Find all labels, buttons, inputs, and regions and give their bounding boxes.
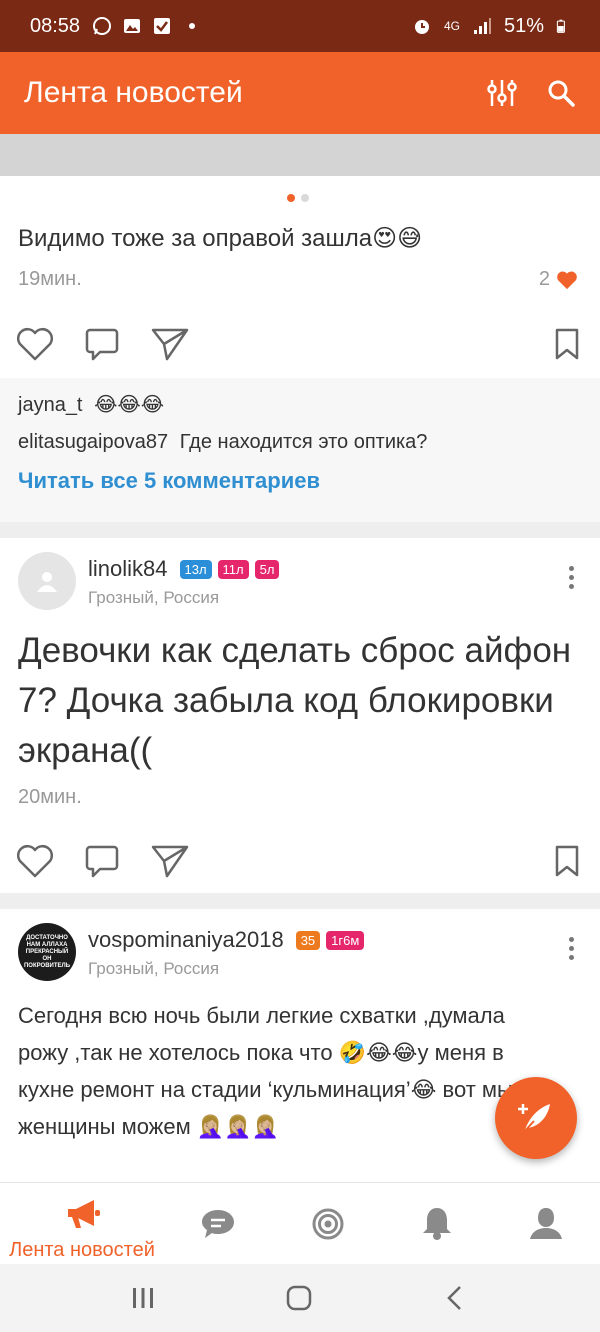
carousel-dot-active: [287, 194, 295, 202]
chat-bubble-icon: [202, 1210, 234, 1238]
post-card: Видимо тоже за оправой зашла😍😅 19мин. 2 …: [0, 176, 600, 522]
default-avatar-icon: [37, 572, 57, 592]
post-actions: [16, 843, 580, 879]
home-icon[interactable]: [285, 1284, 313, 1312]
post-time: 20мин.: [18, 786, 82, 808]
dot-icon: [189, 23, 196, 29]
comment-text: 😂😂😂: [94, 394, 165, 416]
megaphone-icon: [68, 1200, 100, 1228]
post-time: 19мин.: [18, 268, 82, 290]
like-heart-icon[interactable]: [16, 326, 54, 362]
whatsapp-icon: [93, 17, 112, 35]
profile-icon: [530, 1208, 562, 1239]
child-age-badge: 11л: [217, 559, 249, 579]
status-time: 08:58: [30, 14, 81, 37]
child-age-badge: 5л: [254, 559, 280, 579]
nav-item-feed[interactable]: Лента новостей: [0, 1197, 164, 1262]
comment-author[interactable]: elitasugaipova87: [18, 431, 168, 453]
post-author[interactable]: vospominaniya2018 35 1г6м: [88, 927, 365, 953]
app-bar: Лента новостей: [0, 52, 600, 134]
network-label: 4G: [443, 19, 460, 33]
recent-apps-icon[interactable]: [130, 1284, 156, 1312]
battery-icon: [556, 19, 565, 33]
comment-bubble-icon[interactable]: [84, 843, 120, 879]
carousel-dot: [301, 194, 309, 202]
nav-item-profile[interactable]: [528, 1205, 564, 1241]
post-actions: [16, 326, 580, 362]
post-text: Девочки как сделать сброс айфон 7? Дочка…: [18, 631, 572, 770]
carousel-indicator: [287, 194, 309, 202]
system-navigation-bar: [0, 1264, 600, 1332]
page-title: Лента новостей: [24, 76, 243, 109]
search-icon[interactable]: [546, 78, 576, 108]
comment-item: elitasugaipova87 Где находится это оптик…: [18, 431, 582, 454]
likes-count: 2: [538, 268, 550, 290]
avatar[interactable]: ДОСТАТОЧНО НАМ АЛЛАХА ПРЕКРАСНЫЙ ОН ПОКР…: [18, 923, 76, 981]
child-age-badge: 35: [295, 930, 321, 950]
read-all-comments-link[interactable]: Читать все 5 комментариев: [18, 468, 582, 494]
image-placeholder: [0, 134, 600, 176]
nav-item-chats[interactable]: [200, 1207, 236, 1241]
child-age-badge: 1г6м: [326, 930, 365, 950]
bookmark-icon[interactable]: [554, 327, 580, 361]
more-options-icon[interactable]: [569, 566, 574, 589]
checkbox-icon: [154, 18, 171, 34]
nav-label-feed: Лента новостей: [9, 1239, 155, 1261]
post-text: Сегодня всю ночь были легкие схватки ,ду…: [18, 1003, 513, 1139]
quill-plus-icon: [518, 1104, 550, 1134]
child-age-badge: 13л: [179, 559, 212, 579]
share-send-icon[interactable]: [150, 326, 190, 362]
share-send-icon[interactable]: [150, 843, 190, 879]
post-caption: Видимо тоже за оправой зашла😍😅: [18, 225, 423, 252]
bottom-navigation: Лента новостей: [0, 1182, 600, 1264]
avatar[interactable]: [18, 552, 76, 610]
gallery-icon: [124, 19, 141, 33]
avatar-text: ДОСТАТОЧНО НАМ АЛЛАХА ПРЕКРАСНЫЙ ОН ПОКР…: [23, 934, 71, 969]
back-icon[interactable]: [443, 1284, 467, 1312]
comment-item: jayna_t 😂😂😂: [18, 392, 582, 417]
comment-text: Где находится это оптика?: [179, 431, 428, 453]
more-options-icon[interactable]: [569, 937, 574, 960]
comments-preview: jayna_t 😂😂😂 elitasugaipova87 Где находит…: [0, 378, 600, 522]
filter-sliders-icon[interactable]: [486, 77, 518, 109]
alarm-icon: [414, 20, 429, 34]
author-name: linolik84: [88, 556, 168, 581]
nav-item-discover[interactable]: [311, 1207, 345, 1241]
like-heart-icon[interactable]: [16, 843, 54, 879]
author-location: Грозный, Россия: [88, 959, 220, 978]
signal-icon: [473, 18, 491, 34]
post-author[interactable]: linolik84 13л 11л 5л: [88, 556, 280, 582]
news-feed[interactable]: Видимо тоже за оправой зашла😍😅 19мин. 2 …: [0, 176, 600, 1182]
likes-counter[interactable]: 2: [539, 268, 578, 291]
post-card: linolik84 13л 11л 5л Грозный, Россия Дев…: [0, 538, 600, 893]
author-name: vospominaniya2018: [88, 927, 284, 952]
bell-icon: [423, 1208, 451, 1240]
target-icon: [312, 1208, 344, 1240]
battery-label: 51%: [503, 14, 544, 37]
status-bar: 08:58 4G 51%: [0, 0, 600, 52]
comment-author[interactable]: jayna_t: [18, 394, 83, 416]
comment-bubble-icon[interactable]: [84, 326, 120, 362]
bookmark-icon[interactable]: [554, 844, 580, 878]
new-post-button[interactable]: [495, 1077, 577, 1159]
heart-filled-icon: [557, 271, 577, 289]
author-location: Грозный, Россия: [88, 588, 220, 607]
nav-item-notifications[interactable]: [420, 1205, 454, 1241]
